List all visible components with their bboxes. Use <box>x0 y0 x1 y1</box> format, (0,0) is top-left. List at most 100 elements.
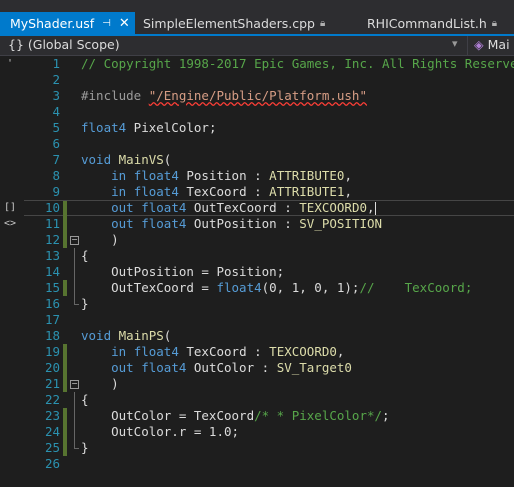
tab-rhicommandlist[interactable]: RHICommandList.h 🔒︎ <box>367 12 497 34</box>
outline-guide-end <box>74 448 79 449</box>
scope-dropdown[interactable]: {} (Global Scope) <box>8 37 120 52</box>
member-label: Mai <box>487 37 510 52</box>
line-number: 2 <box>52 72 60 87</box>
code-editor[interactable]: 1 // Copyright 1998-2017 Epic Games, Inc.… <box>24 56 514 487</box>
code-line[interactable]: 10 out float4 OutTexCoord : TEXCOORD0, <box>24 200 514 217</box>
code-line[interactable]: 2 <box>24 72 514 88</box>
glyph-margin: ' [] <> <box>0 56 24 487</box>
code-line[interactable]: 7 void MainVS( <box>24 152 514 168</box>
change-marker <box>63 216 67 232</box>
code-line[interactable]: 26 <box>24 456 514 472</box>
line-number: 5 <box>52 120 60 135</box>
code-line[interactable]: 20 out float4 OutColor : SV_Target0 <box>24 360 514 376</box>
code-line[interactable]: 25} <box>24 440 514 456</box>
line-number: 22 <box>44 392 60 407</box>
line-number: 10 <box>44 200 60 215</box>
member-dropdown[interactable]: ◈ Mai <box>474 37 510 52</box>
tab-myshader[interactable]: MyShader.usf ⊣ ✕ <box>0 12 135 34</box>
change-marker <box>63 201 67 217</box>
code-line[interactable]: 24 OutColor.r = 1.0; <box>24 424 514 440</box>
code-line[interactable]: 5 float4 PixelColor; <box>24 120 514 136</box>
code-line[interactable]: 21 ) <box>24 376 514 392</box>
line-number: 8 <box>52 168 60 183</box>
change-marker <box>63 376 67 392</box>
code-line[interactable]: 13 { <box>24 248 514 264</box>
line-number: 3 <box>52 88 60 103</box>
code-line[interactable]: 18 void MainPS( <box>24 328 514 344</box>
line-number: 21 <box>44 376 60 391</box>
line-number: 14 <box>44 264 60 279</box>
code-text: } <box>81 440 89 455</box>
code-line[interactable]: 12 ) <box>24 232 514 248</box>
line-number: 20 <box>44 360 60 375</box>
change-marker <box>63 344 67 360</box>
brackets-icon[interactable]: [] <box>4 202 16 213</box>
code-line[interactable]: 16} <box>24 296 514 312</box>
pin-icon[interactable]: ⊣ <box>102 18 111 29</box>
code-text: OutColor.r = 1.0; <box>81 424 240 439</box>
braces-icon: {} <box>8 37 24 52</box>
line-number: 25 <box>44 440 60 455</box>
code-line[interactable]: 17 <box>24 312 514 328</box>
change-marker <box>63 424 67 440</box>
code-text: in float4 TexCoord : ATTRIBUTE1, <box>111 184 352 199</box>
outline-guide <box>74 248 75 304</box>
outline-guide-end <box>74 304 79 305</box>
code-text: in float4 TexCoord : TEXCOORD0, <box>111 344 345 359</box>
cube-icon: ◈ <box>474 37 484 52</box>
code-line[interactable]: 14 OutPosition = Position; <box>24 264 514 280</box>
collapse-toggle-icon[interactable]: − <box>70 236 79 245</box>
code-text: void MainPS( <box>81 328 172 343</box>
code-text: } <box>81 296 89 311</box>
code-line[interactable]: 15 OutTexCoord = float4(0, 1, 0, 1);// T… <box>24 280 514 296</box>
bookmark-icon: ' <box>7 58 14 69</box>
code-text: in float4 Position : ATTRIBUTE0, <box>111 168 352 183</box>
chevron-down-icon[interactable]: ▾ <box>452 37 458 50</box>
line-number: 26 <box>44 456 60 471</box>
change-marker <box>63 408 67 424</box>
code-text: ) <box>81 232 119 247</box>
code-line[interactable]: 22 { <box>24 392 514 408</box>
line-number: 17 <box>44 312 60 327</box>
code-line[interactable]: 4 <box>24 104 514 120</box>
change-marker <box>63 440 67 456</box>
line-number: 7 <box>52 152 60 167</box>
change-marker <box>63 232 67 248</box>
line-number: 23 <box>44 408 60 423</box>
code-line[interactable]: 23 OutColor = TexCoord/* * PixelColor*/; <box>24 408 514 424</box>
tab-bar: MyShader.usf ⊣ ✕ SimpleElementShaders.cp… <box>0 0 514 34</box>
line-number: 24 <box>44 424 60 439</box>
tab-label: RHICommandList.h <box>367 15 487 31</box>
code-line[interactable]: 19 in float4 TexCoord : TEXCOORD0, <box>24 344 514 360</box>
code-text: #include "/Engine/Public/Platform.ush" <box>81 88 367 103</box>
code-line[interactable]: 9 in float4 TexCoord : ATTRIBUTE1, <box>24 184 514 200</box>
tab-label: SimpleElementShaders.cpp <box>143 15 315 31</box>
collapse-toggle-icon[interactable]: − <box>70 380 79 389</box>
lock-icon: 🔒︎ <box>319 17 326 29</box>
change-marker <box>63 280 67 296</box>
tab-simpleelementshaders[interactable]: SimpleElementShaders.cpp 🔒︎ <box>143 12 325 34</box>
code-text: { <box>81 392 89 407</box>
navigation-bar: {} (Global Scope) ▾ ◈ Mai <box>0 36 514 56</box>
change-marker <box>63 360 67 376</box>
code-line[interactable]: 8 in float4 Position : ATTRIBUTE0, <box>24 168 514 184</box>
line-number: 15 <box>44 280 60 295</box>
code-text: float4 PixelColor; <box>81 120 217 135</box>
line-number: 9 <box>52 184 60 199</box>
divider <box>467 36 468 55</box>
code-text: OutPosition = Position; <box>81 264 285 279</box>
tab-label: MyShader.usf <box>10 15 95 31</box>
code-line[interactable]: 3 #include "/Engine/Public/Platform.ush" <box>24 88 514 104</box>
code-text: ) <box>81 376 119 391</box>
close-icon[interactable]: ✕ <box>119 16 130 31</box>
line-number: 1 <box>52 56 60 71</box>
line-number: 12 <box>44 232 60 247</box>
line-number: 13 <box>44 248 60 263</box>
scope-label: (Global Scope) <box>27 37 120 52</box>
code-text: OutTexCoord = float4(0, 1, 0, 1);// TexC… <box>81 280 473 295</box>
line-number: 16 <box>44 296 60 311</box>
code-line[interactable]: 11 out float4 OutPosition : SV_POSITION <box>24 216 514 232</box>
code-line[interactable]: 6 <box>24 136 514 152</box>
code-icon[interactable]: <> <box>4 218 16 229</box>
code-line[interactable]: 1 // Copyright 1998-2017 Epic Games, Inc.… <box>24 56 514 72</box>
